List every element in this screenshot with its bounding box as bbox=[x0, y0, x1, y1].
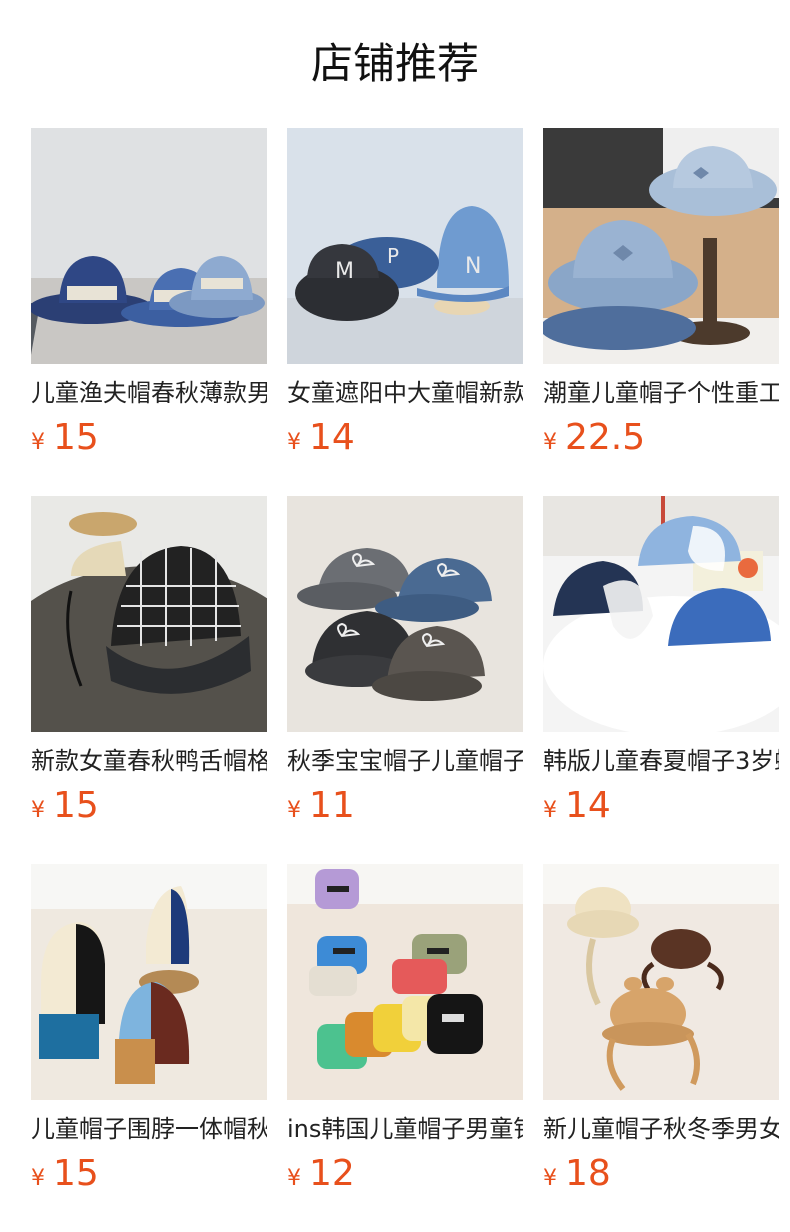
currency-symbol: ¥ bbox=[31, 798, 45, 823]
currency-symbol: ¥ bbox=[287, 1166, 301, 1191]
product-price: ¥15 bbox=[31, 416, 99, 460]
product-price: ¥15 bbox=[31, 1152, 99, 1196]
product-card[interactable]: 儿童帽子围脖一体帽秋冬季拼色 ¥15 bbox=[31, 864, 267, 1204]
product-name[interactable]: 秋季宝宝帽子儿童帽子爱心棒球帽 bbox=[287, 744, 523, 778]
price-value: 14 bbox=[309, 417, 355, 458]
price-value: 18 bbox=[565, 1153, 611, 1194]
product-card[interactable]: ins韩国儿童帽子男童针织毛线帽 ¥12 bbox=[287, 864, 523, 1204]
product-image[interactable] bbox=[31, 864, 267, 1100]
svg-text:M: M bbox=[335, 259, 354, 284]
product-name[interactable]: 女童遮阳中大童帽新款字母鸭舌帽 bbox=[287, 376, 523, 410]
product-price: ¥14 bbox=[287, 416, 355, 460]
product-name[interactable]: 新儿童帽子秋冬季男女童毛绒护耳帽 bbox=[543, 1112, 779, 1146]
price-value: 15 bbox=[53, 785, 99, 826]
product-image[interactable] bbox=[543, 496, 779, 732]
currency-symbol: ¥ bbox=[543, 798, 557, 823]
product-image[interactable] bbox=[287, 496, 523, 732]
price-value: 14 bbox=[565, 785, 611, 826]
product-card[interactable]: M P N 女童遮阳中大童帽新款字母鸭舌帽 ¥14 bbox=[287, 128, 523, 468]
product-price: ¥18 bbox=[543, 1152, 611, 1196]
product-price: ¥14 bbox=[543, 784, 611, 828]
product-price: ¥12 bbox=[287, 1152, 355, 1196]
currency-symbol: ¥ bbox=[543, 430, 557, 455]
product-image[interactable]: M P N bbox=[287, 128, 523, 364]
currency-symbol: ¥ bbox=[543, 1166, 557, 1191]
product-image[interactable] bbox=[31, 128, 267, 364]
product-name[interactable]: 潮童儿童帽子个性重工牛仔渔夫帽 bbox=[543, 376, 779, 410]
product-card[interactable]: 韩版儿童春夏帽子3岁蝴蝶结牛仔帽 ¥14 bbox=[543, 496, 779, 836]
product-name[interactable]: 新款女童春秋鸭舌帽格子防风绳 bbox=[31, 744, 267, 778]
product-price: ¥11 bbox=[287, 784, 355, 828]
product-price: ¥22.5 bbox=[543, 416, 645, 460]
product-card[interactable]: 新儿童帽子秋冬季男女童毛绒护耳帽 ¥18 bbox=[543, 864, 779, 1204]
product-image[interactable] bbox=[287, 864, 523, 1100]
product-name[interactable]: 儿童帽子围脖一体帽秋冬季拼色 bbox=[31, 1112, 267, 1146]
product-card[interactable]: 新款女童春秋鸭舌帽格子防风绳 ¥15 bbox=[31, 496, 267, 836]
product-card[interactable]: 儿童渔夫帽春秋薄款男女童盆帽 ¥15 bbox=[31, 128, 267, 468]
page-title: 店铺推荐 bbox=[310, 39, 479, 88]
price-value: 12 bbox=[309, 1153, 355, 1194]
product-name[interactable]: ins韩国儿童帽子男童针织毛线帽 bbox=[287, 1112, 523, 1146]
product-name[interactable]: 儿童渔夫帽春秋薄款男女童盆帽 bbox=[31, 376, 267, 410]
price-value: 15 bbox=[53, 417, 99, 458]
product-card[interactable]: 秋季宝宝帽子儿童帽子爱心棒球帽 ¥11 bbox=[287, 496, 523, 836]
price-value: 22.5 bbox=[565, 417, 646, 458]
svg-text:P: P bbox=[387, 244, 399, 268]
product-price: ¥15 bbox=[31, 784, 99, 828]
currency-symbol: ¥ bbox=[31, 430, 45, 455]
price-value: 15 bbox=[53, 1153, 99, 1194]
currency-symbol: ¥ bbox=[287, 430, 301, 455]
product-image[interactable] bbox=[543, 128, 779, 364]
product-image[interactable] bbox=[543, 864, 779, 1100]
price-value: 11 bbox=[309, 785, 355, 826]
currency-symbol: ¥ bbox=[31, 1166, 45, 1191]
product-image[interactable] bbox=[31, 496, 267, 732]
product-name[interactable]: 韩版儿童春夏帽子3岁蝴蝶结牛仔帽 bbox=[543, 744, 779, 778]
product-card[interactable]: 潮童儿童帽子个性重工牛仔渔夫帽 ¥22.5 bbox=[543, 128, 779, 468]
currency-symbol: ¥ bbox=[287, 798, 301, 823]
svg-text:N: N bbox=[465, 254, 481, 279]
